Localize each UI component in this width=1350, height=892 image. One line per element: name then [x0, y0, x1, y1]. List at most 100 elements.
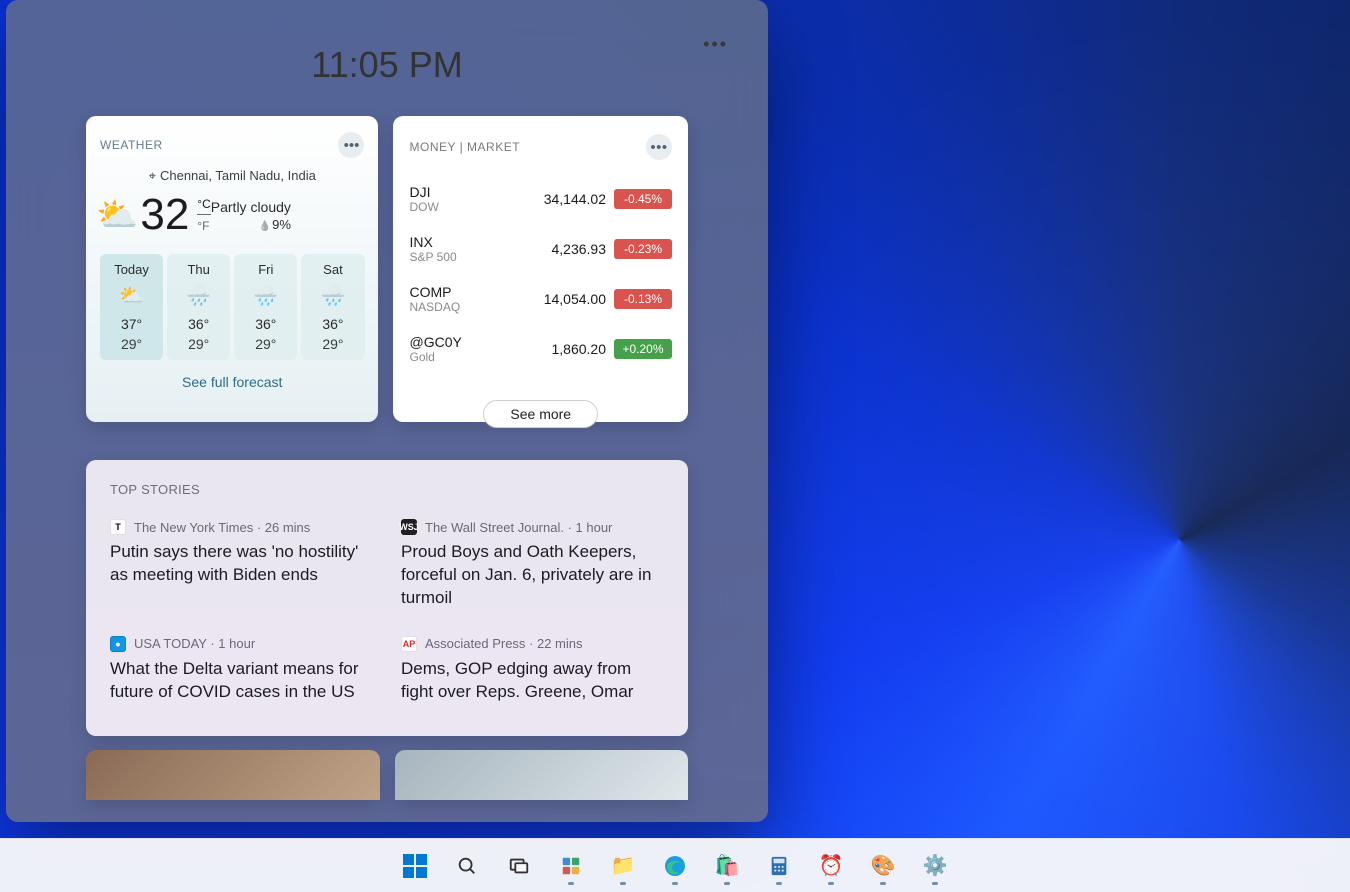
ticker-change-badge: -0.45%: [614, 189, 672, 209]
forecast-day[interactable]: Today ⛅ 37° 29°: [100, 254, 163, 360]
ticker-row[interactable]: COMP NASDAQ 14,054.00 -0.13%: [409, 274, 672, 324]
story-source-icon: AP: [401, 636, 417, 652]
calculator[interactable]: [758, 845, 800, 887]
weather-unit-toggle[interactable]: °C °F: [197, 197, 210, 233]
weather-location: Chennai, Tamil Nadu, India: [100, 168, 364, 184]
widgets-panel: ••• 11:05 PM WEATHER ••• Chennai, Tamil …: [6, 0, 768, 822]
market-more-button[interactable]: •••: [646, 134, 672, 160]
ticker-symbol: @GC0Y: [409, 334, 461, 350]
story-item[interactable]: ● USA TODAY · 1 hour What the Delta vari…: [110, 636, 373, 704]
edge-icon: [663, 854, 687, 878]
running-indicator: [880, 882, 886, 885]
running-indicator: [672, 882, 678, 885]
story-headline: What the Delta variant means for future …: [110, 658, 373, 704]
story-source-icon: ●: [110, 636, 126, 652]
news-card-image-2[interactable]: [395, 750, 689, 800]
panel-overflow-button[interactable]: •••: [703, 34, 728, 55]
top-stories-title: TOP STORIES: [110, 482, 664, 497]
forecast-day-label: Sat: [305, 262, 360, 277]
ticker-row[interactable]: INX S&P 500 4,236.93 -0.23%: [409, 224, 672, 274]
forecast-day[interactable]: Thu 🌧️ 36° 29°: [167, 254, 230, 360]
forecast-day[interactable]: Fri 🌧️ 36° 29°: [234, 254, 297, 360]
market-title: MONEY | MARKET: [409, 140, 520, 154]
search-button[interactable]: [446, 845, 488, 887]
store[interactable]: 🛍️: [706, 845, 748, 887]
forecast-day[interactable]: Sat 🌧️ 36° 29°: [301, 254, 364, 360]
forecast-low: 29°: [104, 336, 159, 352]
file-explorer[interactable]: 📁: [602, 845, 644, 887]
weather-condition: Partly cloudy: [211, 199, 291, 215]
forecast-high: 36°: [305, 316, 360, 332]
story-source-icon: T: [110, 519, 126, 535]
forecast-day-label: Thu: [171, 262, 226, 277]
unit-celsius[interactable]: °C: [197, 197, 210, 215]
paint[interactable]: 🎨: [862, 845, 904, 887]
ticker-name: DOW: [409, 200, 438, 214]
search-icon: [456, 855, 478, 877]
ticker-name: Gold: [409, 350, 461, 364]
ticker-name: S&P 500: [409, 250, 456, 264]
weather-title: WEATHER: [100, 138, 163, 152]
unit-fahrenheit[interactable]: °F: [197, 219, 210, 233]
forecast-low: 29°: [305, 336, 360, 352]
story-item[interactable]: T The New York Times · 26 mins Putin say…: [110, 519, 373, 610]
windows-logo-icon: [403, 854, 427, 878]
forecast-high: 36°: [238, 316, 293, 332]
forecast-icon: 🌧️: [238, 283, 293, 308]
task-view-button[interactable]: [498, 845, 540, 887]
forecast-icon: 🌧️: [171, 283, 226, 308]
ticker-price: 1,860.20: [552, 341, 607, 357]
settings[interactable]: ⚙️: [914, 845, 956, 887]
see-full-forecast-link[interactable]: See full forecast: [100, 374, 364, 390]
taskbar: 📁 🛍️ ⏰ 🎨 ⚙️: [0, 838, 1350, 892]
widgets-button[interactable]: [550, 845, 592, 887]
ticker-row[interactable]: DJI DOW 34,144.02 -0.45%: [409, 174, 672, 224]
calculator-icon: [768, 855, 790, 877]
weather-now-icon: ⛅: [96, 195, 138, 235]
story-source: The New York Times · 26 mins: [134, 520, 310, 535]
forecast-icon: ⛅: [104, 283, 159, 308]
start-button[interactable]: [394, 845, 436, 887]
weather-precip: 9%: [211, 217, 291, 232]
weather-more-button[interactable]: •••: [338, 132, 364, 158]
running-indicator: [620, 882, 626, 885]
story-headline: Putin says there was 'no hostility' as m…: [110, 541, 373, 587]
story-source: Associated Press · 22 mins: [425, 636, 583, 651]
running-indicator: [932, 882, 938, 885]
news-card-image-1[interactable]: [86, 750, 380, 800]
story-item[interactable]: AP Associated Press · 22 mins Dems, GOP …: [401, 636, 664, 704]
forecast-low: 29°: [238, 336, 293, 352]
ticker-price: 34,144.02: [544, 191, 606, 207]
task-view-icon: [508, 855, 530, 877]
ticker-symbol: INX: [409, 234, 456, 250]
panel-clock: 11:05 PM: [24, 44, 750, 86]
running-indicator: [724, 882, 730, 885]
story-item[interactable]: WSJ The Wall Street Journal. · 1 hour Pr…: [401, 519, 664, 610]
top-stories-widget[interactable]: TOP STORIES T The New York Times · 26 mi…: [86, 460, 688, 736]
ticker-change-badge: -0.13%: [614, 289, 672, 309]
market-see-more-button[interactable]: See more: [483, 400, 598, 428]
story-source-icon: WSJ: [401, 519, 417, 535]
store-icon: 🛍️: [715, 853, 740, 878]
edge-browser[interactable]: [654, 845, 696, 887]
ticker-symbol: COMP: [409, 284, 460, 300]
forecast-day-label: Today: [104, 262, 159, 277]
ticker-price: 4,236.93: [552, 241, 607, 257]
ticker-price: 14,054.00: [544, 291, 606, 307]
weather-widget[interactable]: WEATHER ••• Chennai, Tamil Nadu, India ⛅…: [86, 116, 378, 422]
clock[interactable]: ⏰: [810, 845, 852, 887]
ticker-change-badge: -0.23%: [614, 239, 672, 259]
paint-icon: 🎨: [871, 853, 896, 878]
forecast-high: 37°: [104, 316, 159, 332]
ticker-symbol: DJI: [409, 184, 438, 200]
story-source: USA TODAY · 1 hour: [134, 636, 255, 651]
market-widget[interactable]: MONEY | MARKET ••• DJI DOW 34,144.02 -0.…: [393, 116, 688, 422]
weather-temperature: 32: [140, 190, 189, 240]
clock-icon: ⏰: [819, 853, 844, 878]
forecast-high: 36°: [171, 316, 226, 332]
ticker-row[interactable]: @GC0Y Gold 1,860.20 +0.20%: [409, 324, 672, 374]
ticker-change-badge: +0.20%: [614, 339, 672, 359]
widgets-icon: [560, 855, 582, 877]
ticker-name: NASDAQ: [409, 300, 460, 314]
running-indicator: [828, 882, 834, 885]
